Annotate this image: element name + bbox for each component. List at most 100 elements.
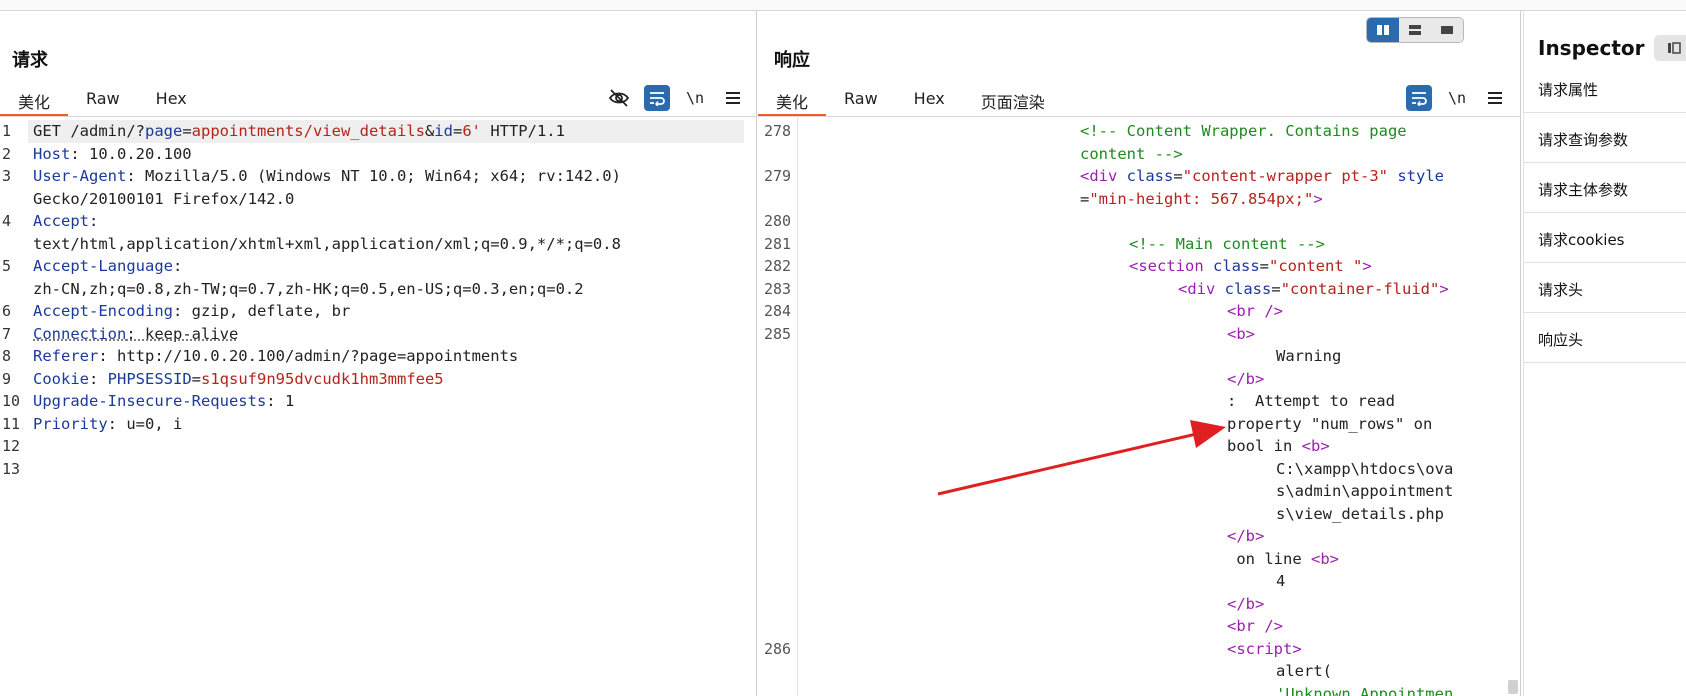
menu-icon[interactable] (720, 85, 746, 111)
code-line: on line <b> (1227, 548, 1339, 571)
menu-icon[interactable] (1482, 85, 1508, 111)
code-token: Referer (33, 347, 98, 365)
layout-tabbed-icon[interactable] (1431, 18, 1463, 42)
code-line: Gecko/20100101 Firefox/142.0 (33, 188, 294, 211)
line-number: 11 (2, 413, 26, 436)
code-token: : (89, 370, 108, 388)
code-line: : Attempt to read (1227, 390, 1395, 413)
code-line: C:\xampp\htdocs\ova (1276, 458, 1453, 481)
code-token: class (1225, 280, 1272, 298)
line-number: 12 (2, 435, 26, 458)
code-token: User-Agent (33, 167, 126, 185)
code-line: <br /> (1227, 300, 1283, 323)
code-line: Connection: keep-alive (33, 323, 238, 346)
inspector-list: 请求属性 请求查询参数 请求主体参数 请求cookies 请求头 响应头 (1524, 63, 1686, 363)
request-editor[interactable]: 1 GET /admin/?page=appointments/view_deta… (0, 118, 756, 696)
response-tab-raw[interactable]: Raw (826, 75, 896, 117)
code-token: bool in (1227, 437, 1302, 455)
inspector-item-request-headers[interactable]: 请求头 (1524, 263, 1686, 313)
code-token: <b> (1302, 437, 1330, 455)
line-number: 285 (764, 323, 788, 346)
response-tab-render[interactable]: 页面渲染 (963, 75, 1063, 117)
code-token: id (434, 122, 453, 140)
line-number: 281 (764, 233, 788, 256)
wrap-icon[interactable] (644, 85, 670, 111)
code-token: "container-fluid" (1281, 280, 1440, 298)
code-line: Cookie: PHPSESSID=s1qsuf9n95dvcudk1hm3mm… (33, 368, 444, 391)
layout-stacked-icon[interactable] (1399, 18, 1431, 42)
line-number: 286 (764, 638, 788, 661)
code-line: <div class="container-fluid"> (1178, 278, 1449, 301)
code-line: </b> (1227, 368, 1264, 391)
response-tabs: 美化 Raw Hex 页面渲染 (758, 75, 1063, 117)
code-line: 'Unknown Appointmen (1276, 683, 1453, 696)
response-tab-hex[interactable]: Hex (896, 75, 963, 117)
code-line: s\view_details.php (1276, 503, 1444, 526)
code-token: > (1439, 280, 1448, 298)
code-token: > (1313, 190, 1322, 208)
newline-icon[interactable]: \n (682, 85, 708, 111)
code-line: User-Agent: Mozilla/5.0 (Windows NT 10.0… (33, 165, 621, 188)
code-token: <div (1178, 280, 1225, 298)
line-number: 3 (2, 165, 26, 188)
line-number: 10 (2, 390, 26, 413)
response-editor[interactable]: 278 <!-- Content Wrapper. Contains page co… (758, 118, 1520, 696)
request-tab-raw[interactable]: Raw (68, 75, 138, 117)
code-token: & (425, 122, 434, 140)
code-token: "content " (1269, 257, 1362, 275)
code-token: = (1271, 280, 1280, 298)
code-line: <b> (1227, 323, 1255, 346)
request-tab-hex[interactable]: Hex (138, 75, 205, 117)
response-gutter (758, 118, 798, 696)
code-line: text/html,application/xhtml+xml,applicat… (33, 233, 621, 256)
line-number: 280 (764, 210, 788, 233)
request-pane: 请求 美化 Raw Hex \n 1 GET /admin/?page=appoi… (0, 11, 757, 696)
code-token: = (1080, 190, 1089, 208)
inspector-item-cookies[interactable]: 请求cookies (1524, 213, 1686, 263)
code-line: ="min-height: 567.854px;"> (1080, 188, 1323, 211)
newline-icon[interactable]: \n (1444, 85, 1470, 111)
inspector-item-body-params[interactable]: 请求主体参数 (1524, 163, 1686, 213)
layout-side-by-side-icon[interactable] (1367, 18, 1399, 42)
code-line: zh-CN,zh;q=0.8,zh-TW;q=0.7,zh-HK;q=0.5,e… (33, 278, 584, 301)
code-line: s\admin\appointment (1276, 480, 1453, 503)
code-token: 4 (1276, 572, 1285, 590)
inspector-layout-icon[interactable] (1654, 35, 1686, 61)
code-token: appointments/view_details (192, 122, 425, 140)
code-token: 'Unknown Appointmen (1276, 685, 1453, 696)
code-line: <br /> (1227, 615, 1283, 638)
response-scrollbar[interactable] (1508, 680, 1518, 694)
line-number: 278 (764, 120, 788, 143)
request-tabs: 美化 Raw Hex (0, 75, 205, 117)
code-token: = (1173, 167, 1182, 185)
wrap-icon[interactable] (1406, 85, 1432, 111)
request-tab-pretty[interactable]: 美化 (0, 75, 68, 117)
line-number: 8 (2, 345, 26, 368)
code-token: : 10.0.20.100 (70, 145, 191, 163)
code-token: Priority (33, 415, 108, 433)
code-token: Accept-Encoding (33, 302, 173, 320)
code-token: <b> (1311, 550, 1339, 568)
code-token: <script> (1227, 640, 1302, 658)
code-token: </b> (1227, 370, 1264, 388)
code-token: : 1 (266, 392, 294, 410)
code-token: = (1260, 257, 1269, 275)
code-token: </b> (1227, 595, 1264, 613)
code-token: : u=0, i (108, 415, 183, 433)
layout-toggle (1366, 17, 1464, 43)
code-token: <section (1129, 257, 1213, 275)
inspector-item-query-params[interactable]: 请求查询参数 (1524, 113, 1686, 163)
response-tab-pretty[interactable]: 美化 (758, 75, 826, 117)
inspector-item-request-attributes[interactable]: 请求属性 (1524, 63, 1686, 113)
code-line: 4 (1276, 570, 1285, 593)
code-token: Gecko/20100101 Firefox/142.0 (33, 190, 294, 208)
inspector-panel: Inspector 请求属性 请求查询参数 请求主体参数 请求cookies 请… (1523, 11, 1686, 696)
inspector-title: Inspector (1538, 36, 1644, 60)
inspector-item-response-headers[interactable]: 响应头 (1524, 313, 1686, 363)
eye-slash-icon[interactable] (606, 85, 632, 111)
response-toolbar: \n (1406, 85, 1508, 111)
response-title: 响应 (774, 46, 810, 72)
code-line: Accept-Encoding: gzip, deflate, br (33, 300, 350, 323)
code-line: Priority: u=0, i (33, 413, 182, 436)
code-token: = (453, 122, 462, 140)
